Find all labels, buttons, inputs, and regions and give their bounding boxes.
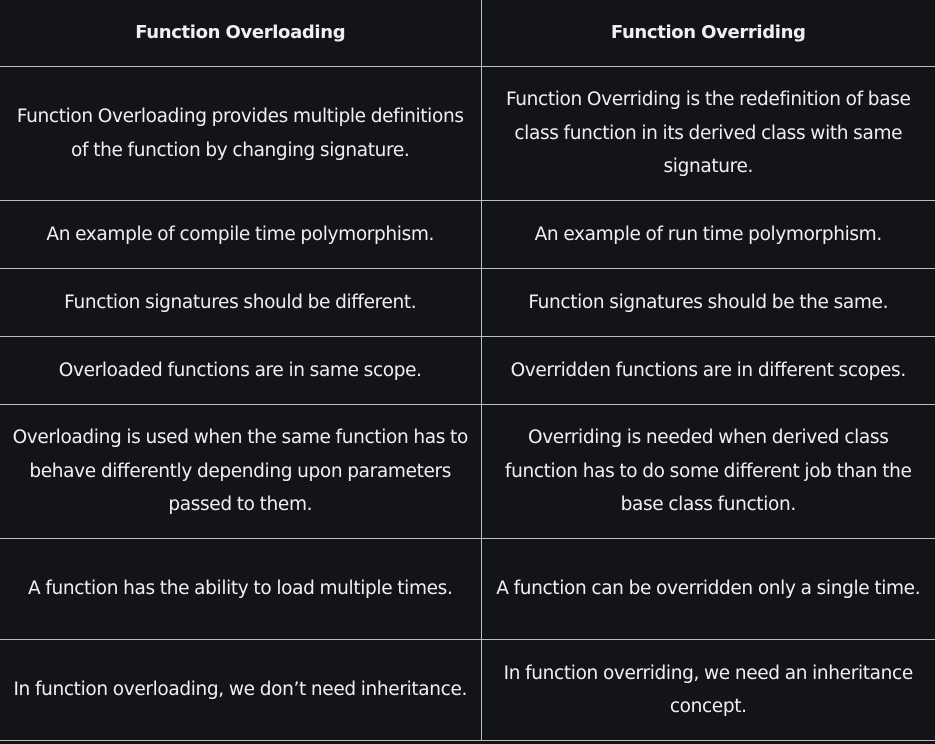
table-row: In function overloading, we don’t need i… <box>0 639 935 741</box>
overloading-cell: Function signatures should be different. <box>0 268 482 337</box>
overriding-cell: Overriding is needed when derived class … <box>480 404 935 539</box>
table-row: Overloaded functions are in same scope. … <box>0 336 935 405</box>
overriding-cell: An example of run time polymorphism. <box>480 200 935 269</box>
overriding-cell: Function Overriding is the redefinition … <box>480 66 935 201</box>
table-row: A function has the ability to load multi… <box>0 538 935 640</box>
table-header-row: Function Overloading Function Overriding <box>0 0 935 67</box>
header-function-overriding: Function Overriding <box>480 0 935 67</box>
overloading-cell: Overloaded functions are in same scope. <box>0 336 482 405</box>
table-row: Overloading is used when the same functi… <box>0 404 935 539</box>
overloading-cell: A function has the ability to load multi… <box>0 538 482 640</box>
header-function-overloading: Function Overloading <box>0 0 482 67</box>
overriding-cell: Overridden functions are in different sc… <box>480 336 935 405</box>
overloading-cell: Function Overloading provides multiple d… <box>0 66 482 201</box>
overriding-cell: In function overriding, we need an inher… <box>480 639 935 741</box>
overloading-cell: An example of compile time polymorphism. <box>0 200 482 269</box>
table-row: Function Overloading provides multiple d… <box>0 66 935 201</box>
overloading-cell: Overloading is used when the same functi… <box>0 404 482 539</box>
table-row: An example of compile time polymorphism.… <box>0 200 935 269</box>
overloading-cell: In function overloading, we don’t need i… <box>0 639 482 741</box>
overriding-cell: Function signatures should be the same. <box>480 268 935 337</box>
comparison-table: Function Overloading Function Overriding… <box>0 0 935 741</box>
overriding-cell: A function can be overridden only a sing… <box>480 538 935 640</box>
table-row: Function signatures should be different.… <box>0 268 935 337</box>
